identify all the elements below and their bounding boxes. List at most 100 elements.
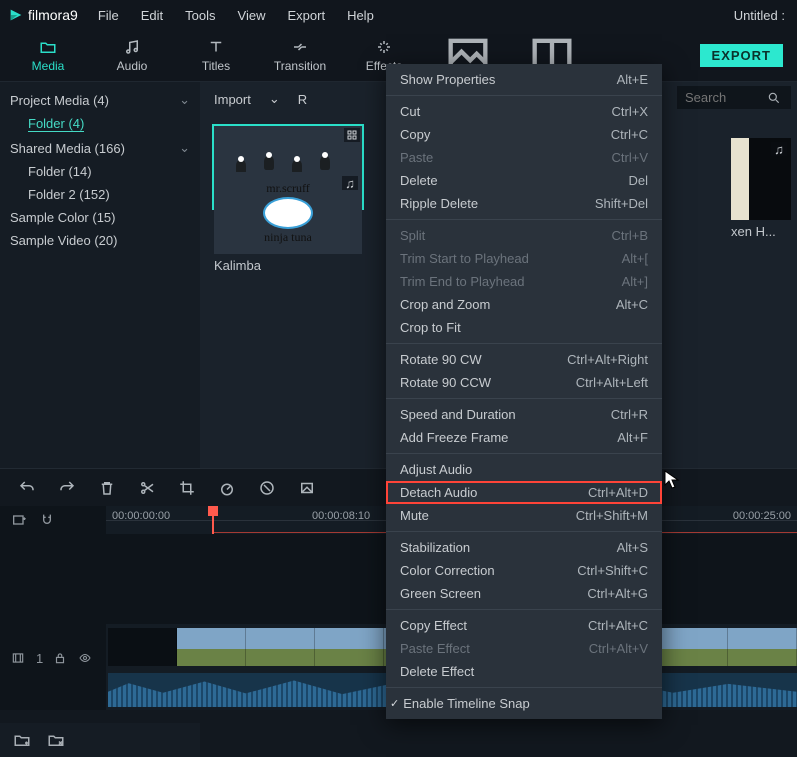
speed-icon[interactable] bbox=[218, 479, 236, 497]
sidebar-shared-folder2[interactable]: Folder 2 (152) bbox=[0, 183, 200, 206]
playhead[interactable] bbox=[212, 506, 214, 534]
ctx-rotate-ccw[interactable]: Rotate 90 CCWCtrl+Alt+Left bbox=[386, 371, 662, 394]
track-number: 1 bbox=[36, 651, 43, 666]
ctx-cut[interactable]: CutCtrl+X bbox=[386, 100, 662, 123]
chevron-down-icon: ⌄ bbox=[179, 92, 190, 108]
sidebar-project-media[interactable]: Project Media (4) ⌄ bbox=[0, 88, 200, 112]
ruler-time: 00:00:00:00 bbox=[112, 510, 170, 522]
new-folder-icon[interactable] bbox=[12, 731, 32, 749]
ruler-time: 00:00:25:00 bbox=[733, 510, 791, 522]
ctx-color-correction[interactable]: Color CorrectionCtrl+Shift+C bbox=[386, 559, 662, 582]
sidebar-shared-folder1[interactable]: Folder (14) bbox=[0, 160, 200, 183]
clip-thumbnail: ♫ bbox=[731, 138, 791, 220]
ctx-crop-fit[interactable]: Crop to Fit bbox=[386, 316, 662, 339]
ctx-paste-effect: Paste EffectCtrl+Alt+V bbox=[386, 637, 662, 660]
music-icon: ♫ bbox=[771, 142, 787, 156]
film-icon bbox=[10, 651, 26, 665]
greenscreen-icon[interactable] bbox=[298, 479, 316, 497]
menu-export[interactable]: Export bbox=[277, 4, 335, 27]
sidebar-label: Shared Media (166) bbox=[10, 141, 125, 156]
ctx-detach-audio[interactable]: Detach AudioCtrl+Alt+D bbox=[386, 481, 662, 504]
ctx-paste: PasteCtrl+V bbox=[386, 146, 662, 169]
sidebar-label: Folder (4) bbox=[28, 116, 84, 132]
album-text: mr.scruff bbox=[266, 181, 309, 196]
search-icon bbox=[767, 91, 781, 105]
ctx-speed[interactable]: Speed and DurationCtrl+R bbox=[386, 403, 662, 426]
music-icon: ♫ bbox=[342, 176, 358, 190]
sidebar-shared-media[interactable]: Shared Media (166) ⌄ bbox=[0, 136, 200, 160]
text-icon bbox=[207, 38, 225, 56]
mouse-cursor-icon bbox=[664, 470, 680, 490]
ctx-copy-effect[interactable]: Copy EffectCtrl+Alt+C bbox=[386, 614, 662, 637]
menu-file[interactable]: File bbox=[88, 4, 129, 27]
document-title: Untitled : bbox=[734, 8, 789, 23]
scissors-icon[interactable] bbox=[138, 479, 156, 497]
tab-audio[interactable]: Audio bbox=[90, 30, 174, 82]
ctx-show-properties[interactable]: Show PropertiesAlt+E bbox=[386, 68, 662, 91]
tab-transition[interactable]: Transition bbox=[258, 30, 342, 82]
menu-tools[interactable]: Tools bbox=[175, 4, 225, 27]
tab-audio-label: Audio bbox=[117, 59, 148, 73]
ctx-adjust-audio[interactable]: Adjust Audio bbox=[386, 458, 662, 481]
folder-icon bbox=[39, 38, 57, 56]
clip-kalimba[interactable]: mr.scruff ninja tuna ♫ Kalimba bbox=[214, 172, 362, 273]
transition-icon bbox=[291, 38, 309, 56]
add-track-icon[interactable] bbox=[10, 512, 28, 528]
sidebar-label: Sample Video (20) bbox=[10, 233, 117, 248]
ctx-crop-zoom[interactable]: Crop and ZoomAlt+C bbox=[386, 293, 662, 316]
eye-icon[interactable] bbox=[77, 652, 93, 664]
sidebar-project-folder[interactable]: Folder (4) bbox=[0, 112, 200, 136]
sidebar-label: Folder 2 (152) bbox=[28, 187, 110, 202]
toolbar-partial-label: R bbox=[298, 92, 307, 107]
ctx-mute[interactable]: MuteCtrl+Shift+M bbox=[386, 504, 662, 527]
tab-titles-label: Titles bbox=[202, 59, 230, 73]
sidebar-label: Folder (14) bbox=[28, 164, 92, 179]
ctx-rotate-cw[interactable]: Rotate 90 CWCtrl+Alt+Right bbox=[386, 348, 662, 371]
import-dropdown[interactable]: Import ⌄ bbox=[214, 91, 280, 107]
export-button[interactable]: EXPORT bbox=[700, 44, 783, 67]
ctx-copy[interactable]: CopyCtrl+C bbox=[386, 123, 662, 146]
clip-caption: Kalimba bbox=[214, 258, 362, 273]
tab-media-label: Media bbox=[32, 59, 65, 73]
ctx-freeze[interactable]: Add Freeze FrameAlt+F bbox=[386, 426, 662, 449]
ctx-delete[interactable]: DeleteDel bbox=[386, 169, 662, 192]
search-input[interactable] bbox=[685, 90, 759, 105]
magnet-icon[interactable] bbox=[38, 512, 56, 528]
sidebar-label: Project Media (4) bbox=[10, 93, 109, 108]
lock-icon[interactable] bbox=[53, 651, 67, 665]
ctx-delete-effect[interactable]: Delete Effect bbox=[386, 660, 662, 683]
menu-help[interactable]: Help bbox=[337, 4, 384, 27]
trash-icon[interactable] bbox=[98, 479, 116, 497]
app-logo: filmora9 bbox=[8, 7, 78, 23]
sidebar-sample-video[interactable]: Sample Video (20) bbox=[0, 229, 200, 252]
menu-view[interactable]: View bbox=[228, 4, 276, 27]
delete-folder-icon[interactable] bbox=[46, 731, 66, 749]
filmora-icon bbox=[8, 7, 24, 23]
menu-edit[interactable]: Edit bbox=[131, 4, 173, 27]
ctx-ripple-delete[interactable]: Ripple DeleteShift+Del bbox=[386, 192, 662, 215]
clip-hexen[interactable]: ♫ xen H... bbox=[731, 138, 791, 239]
media-sidebar: Project Media (4) ⌄ Folder (4) Shared Med… bbox=[0, 82, 200, 468]
ctx-stabilization[interactable]: StabilizationAlt+S bbox=[386, 536, 662, 559]
clip-thumbnail: mr.scruff ninja tuna ♫ bbox=[214, 172, 362, 254]
import-label: Import bbox=[214, 92, 251, 107]
tab-titles[interactable]: Titles bbox=[174, 30, 258, 82]
sidebar-sample-color[interactable]: Sample Color (15) bbox=[0, 206, 200, 229]
chevron-down-icon: ⌄ bbox=[269, 91, 280, 107]
crop-icon[interactable] bbox=[178, 479, 196, 497]
sparkle-icon bbox=[375, 38, 393, 56]
redo-icon[interactable] bbox=[58, 479, 76, 497]
menubar: filmora9 File Edit Tools View Export Hel… bbox=[0, 0, 797, 30]
undo-icon[interactable] bbox=[18, 479, 36, 497]
chevron-down-icon: ⌄ bbox=[179, 140, 190, 156]
color-icon[interactable] bbox=[258, 479, 276, 497]
ctx-green-screen[interactable]: Green ScreenCtrl+Alt+G bbox=[386, 582, 662, 605]
ctx-trim-start: Trim Start to PlayheadAlt+[ bbox=[386, 247, 662, 270]
tab-media[interactable]: Media bbox=[6, 30, 90, 82]
app-version: 9 bbox=[70, 7, 78, 23]
music-icon bbox=[123, 38, 141, 56]
search-box[interactable] bbox=[677, 86, 791, 109]
context-menu: Show PropertiesAlt+E CutCtrl+X CopyCtrl+… bbox=[386, 64, 662, 719]
ctx-enable-snap[interactable]: Enable Timeline Snap bbox=[386, 692, 662, 715]
grid-icon bbox=[344, 128, 360, 142]
